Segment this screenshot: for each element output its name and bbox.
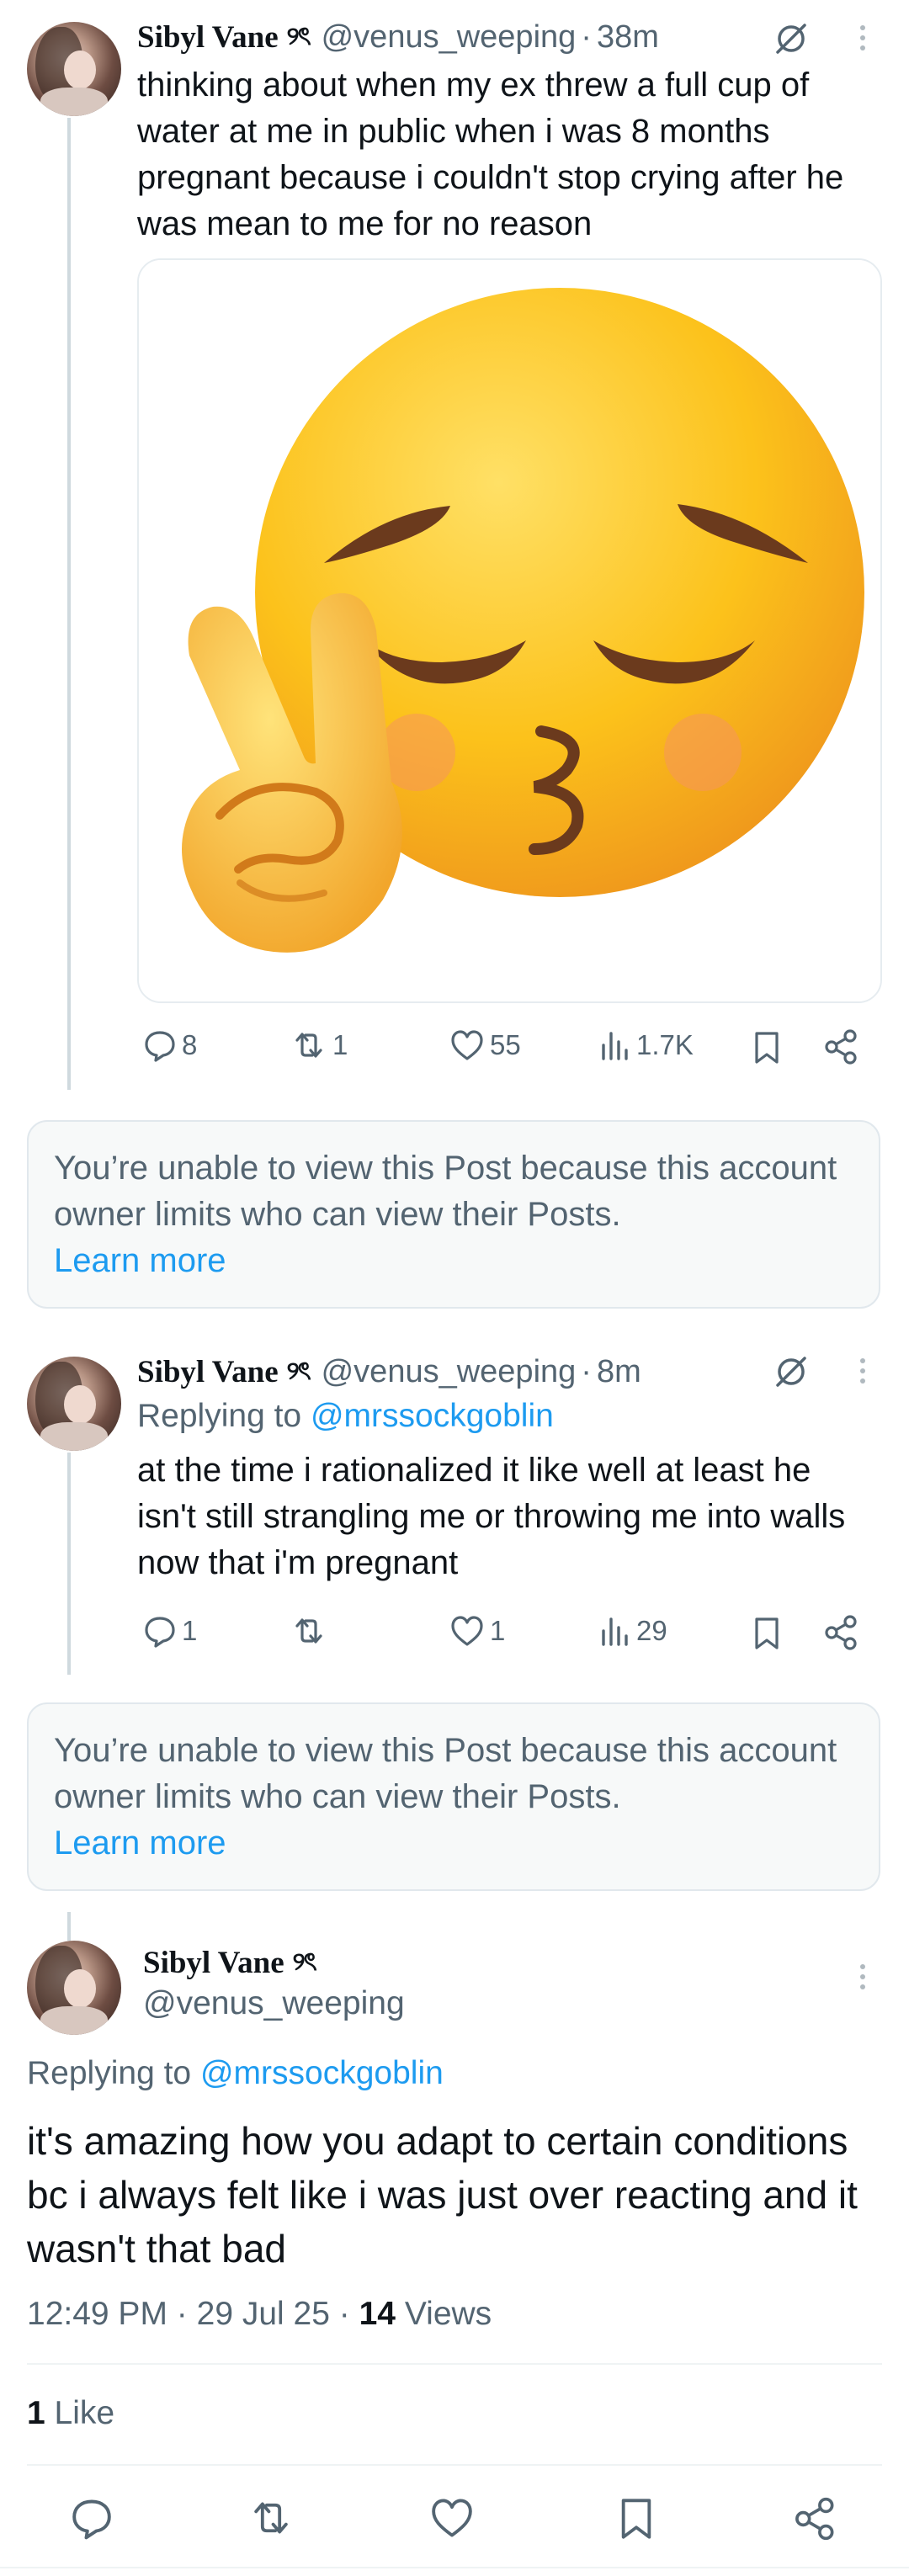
avatar[interactable] [27,1941,121,2035]
heart-icon [451,1616,483,1646]
learn-more-link[interactable]: Learn more [54,1238,853,1284]
focused-tweet-name: Sibyl Vane ୨ৎ [143,1942,317,1983]
post-date[interactable]: 29 Jul 25 [197,2296,330,2332]
likes-count: 1 [27,2395,45,2431]
tweet-text: at the time i rationalized it like well … [137,1452,846,1581]
divider [27,2464,882,2466]
display-name[interactable]: Sibyl Vane [143,1945,284,1981]
bookmark-icon[interactable] [752,1030,782,1065]
repost-icon [295,1033,322,1058]
more-icon[interactable] [858,25,867,50]
restricted-post-notice: You’re unable to view this Post because … [27,1120,880,1309]
thread-line [67,118,71,1090]
mention-link[interactable]: @mrssockgoblin [200,2055,444,2091]
views-label: Views [404,2296,492,2332]
reply-action[interactable]: 8 [143,1028,197,1062]
user-handle[interactable]: @venus_weeping [143,1985,405,2022]
views-count: 14 [359,2296,396,2332]
repost-icon [295,1618,322,1644]
heart-icon [451,1030,483,1060]
circle-slash-icon[interactable] [773,20,810,57]
restricted-message: You’re unable to view this Post because … [54,1150,837,1233]
reply-count: 1 [182,1615,198,1646]
avatar[interactable] [27,22,121,116]
post-time[interactable]: 38m [597,19,659,56]
heart-icon[interactable] [429,2496,475,2540]
reply-icon[interactable] [70,2496,114,2540]
tweet-media[interactable] [137,258,882,1003]
reply-count: 8 [182,1029,198,1060]
share-icon[interactable] [823,1028,860,1065]
restricted-post-notice: You’re unable to view this Post because … [27,1702,880,1891]
restricted-message: You’re unable to view this Post because … [54,1732,837,1815]
name-badge: ୨ৎ [286,21,311,51]
name-badge: ୨ৎ [292,1947,317,1977]
tweet-header: Sibyl Vane ୨ৎ @venus_weeping · 38m [137,17,659,57]
thread-line [67,1453,71,1675]
repost-action[interactable] [290,1614,332,1648]
circle-slash-icon[interactable] [773,1353,810,1390]
share-icon[interactable] [793,2496,838,2541]
learn-more-link[interactable]: Learn more [54,1820,853,1867]
tweet-text: thinking about when my ex threw a full c… [137,66,844,242]
likes-summary[interactable]: 1 Like [27,2395,114,2432]
replying-to: Replying to @mrssockgoblin [137,1398,554,1435]
tweet-meta: 12:49 PM · 29 Jul 25 · 14 Views [27,2296,492,2333]
replying-prefix: Replying to [27,2055,192,2091]
views-action[interactable]: 1.7K [599,1028,694,1062]
bookmark-icon[interactable] [617,2496,656,2541]
reply-icon [145,1031,175,1062]
repost-action[interactable]: 1 [290,1028,348,1062]
avatar[interactable] [27,1357,121,1451]
name-badge: ୨ৎ [286,1356,311,1386]
separator: · [581,1353,592,1389]
divider [27,2363,882,2365]
replying-prefix: Replying to [137,1398,302,1434]
reply-icon [145,1617,175,1648]
views-action[interactable]: 29 [599,1614,667,1648]
pensive-kiss-peace-sign-emoji [139,260,880,1001]
views-icon [602,1032,628,1060]
views-count: 29 [636,1615,667,1646]
bookmark-icon[interactable] [752,1616,782,1651]
reply-action[interactable]: 1 [143,1614,197,1648]
more-icon[interactable] [858,1358,867,1384]
thread-line [67,1912,71,1941]
user-handle[interactable]: @venus_weeping [322,19,577,56]
separator: · [581,19,592,55]
like-count: 55 [490,1029,521,1060]
like-action[interactable]: 55 [449,1028,521,1062]
display-name[interactable]: Sibyl Vane [137,1354,279,1390]
repost-icon[interactable] [247,2496,295,2540]
separator: · [176,2296,188,2332]
display-name[interactable]: Sibyl Vane [137,19,279,56]
mention-link[interactable]: @mrssockgoblin [311,1398,554,1434]
like-count: 1 [490,1615,506,1646]
views-icon [602,1617,628,1646]
views-count: 1.7K [636,1029,694,1060]
separator: · [338,2296,350,2332]
user-handle[interactable]: @venus_weeping [322,1354,577,1390]
likes-label: Like [54,2395,115,2431]
post-time[interactable]: 8m [597,1354,641,1390]
post-timestamp[interactable]: 12:49 PM [27,2296,167,2332]
more-icon[interactable] [858,1964,867,1989]
focused-tweet-text: it's amazing how you adapt to certain co… [27,2119,858,2271]
repost-count: 1 [332,1029,348,1060]
replying-to: Replying to @mrssockgoblin [27,2055,444,2092]
divider [0,2567,909,2568]
share-icon[interactable] [823,1614,860,1651]
tweet-header: Sibyl Vane ୨ৎ @venus_weeping · 8m [137,1352,641,1392]
like-action[interactable]: 1 [449,1614,505,1648]
